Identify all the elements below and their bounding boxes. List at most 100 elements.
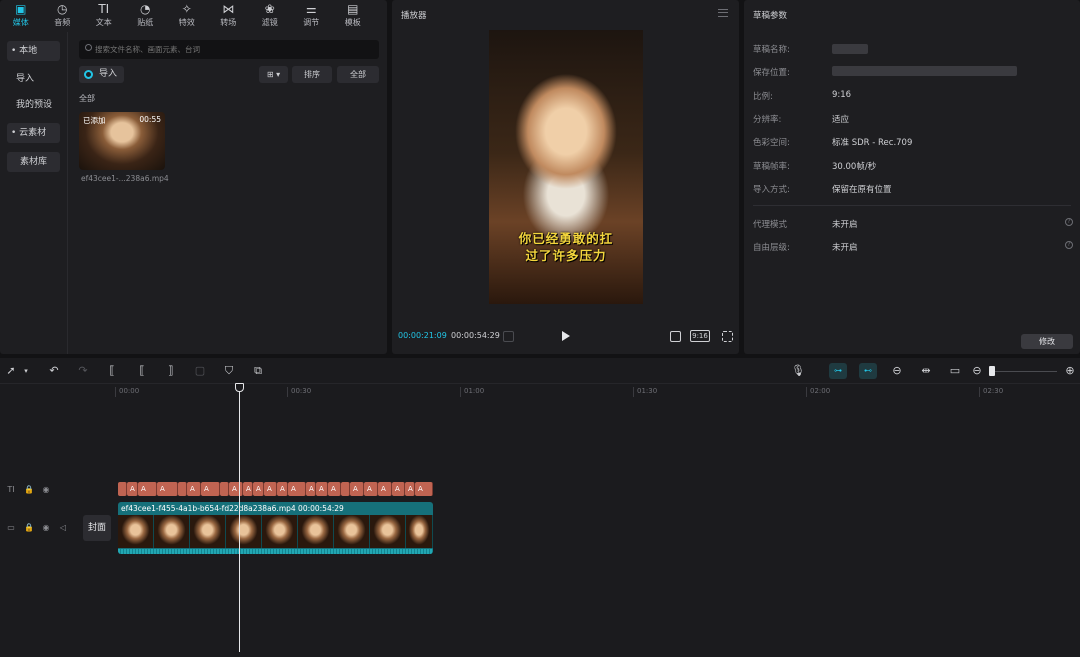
text-clip[interactable]: A [378,482,392,496]
sidebar-item-library[interactable]: 素材库 [7,152,60,172]
playhead-handle[interactable] [235,383,244,392]
crop-icon[interactable]: ⧉ [252,365,264,377]
auto-snap-button[interactable]: ⊷ [859,363,877,379]
text-icon: TI [98,2,110,16]
filter-button[interactable]: 全部 [337,66,379,83]
preview-axis-icon[interactable]: ⇹ [920,365,932,377]
text-clip[interactable]: A [392,482,405,496]
tab-effects[interactable]: ✧ 特效 [166,0,208,30]
total-time: 00:00:54:29 [451,331,500,340]
play-icon[interactable] [562,331,570,341]
text-clip[interactable]: A [187,482,201,496]
menu-icon[interactable] [718,9,728,17]
text-clip[interactable]: A [264,482,277,496]
sidebar-item-my-presets[interactable]: 我的预设 [12,95,65,115]
player-title: 播放器 [401,11,427,21]
text-clip[interactable]: A [316,482,328,496]
text-clip[interactable] [341,482,350,496]
playhead[interactable] [239,386,240,652]
undo-icon[interactable]: ↶ [48,365,60,377]
text-clip[interactable]: A [350,482,364,496]
text-clip[interactable]: A [243,482,253,496]
tab-transition[interactable]: ⋈ 转场 [208,0,250,30]
view-mode-button[interactable]: ⊞ ▾ [259,66,288,83]
redo-icon[interactable]: ↷ [77,365,89,377]
select-cursor-icon[interactable]: ➚ [5,365,17,377]
fit-screen-icon[interactable] [670,331,681,342]
param-label-name: 草稿名称: [753,45,790,55]
fullscreen-icon[interactable] [722,331,733,342]
help-icon[interactable]: ? [1065,218,1073,226]
timecode-grid-icon[interactable] [503,331,514,342]
ratio-button[interactable]: 9:16 [690,330,710,342]
text-clip[interactable]: A [415,482,433,496]
text-clip[interactable]: A [277,482,288,496]
timeline-ruler[interactable]: 00:00 00:30 01:00 01:30 02:00 02:30 [112,384,1080,398]
media-thumbnail[interactable]: 已添加 00:55 [79,112,165,170]
tab-template[interactable]: ▤ 模板 [332,0,374,30]
ruler-tick: 02:30 [979,387,1003,397]
cover-button[interactable]: 封面 [83,515,111,541]
text-clip[interactable]: A [288,482,306,496]
timeline-panel: ➚ ▾ ↶ ↷ ⟦ ⟦ ⟧ ▢ ⛉ ⧉ 🎙 ⊶ ⊷ ⊖ ⇹ ▭ ⊖ ⊕ 00:0… [0,358,1080,657]
clip-frame [406,515,433,548]
text-clip[interactable]: A [201,482,220,496]
caption-icon[interactable]: ▭ [949,365,961,377]
lock-icon[interactable]: 🔒 [24,485,34,495]
tab-label: 滤镜 [261,18,278,27]
zoom-slider[interactable] [993,371,1057,372]
param-value-proxy: 未开启 [832,220,858,230]
text-clip[interactable]: A [229,482,243,496]
link-icon[interactable]: ⊖ [891,365,903,377]
help-icon[interactable]: ? [1065,241,1073,249]
sidebar-item-cloud[interactable]: • 云素材 [7,123,60,143]
text-clip[interactable]: A [127,482,138,496]
text-clip[interactable] [178,482,187,496]
zoom-slider-handle[interactable] [989,366,995,376]
eye-icon[interactable]: ◉ [41,523,51,533]
video-clip[interactable]: ef43cee1-f455-4a1b-b654-fd22d8a238a6.mp4… [118,502,433,554]
text-clip[interactable]: A [253,482,264,496]
draft-title: 草稿参数 [753,11,788,21]
text-clip[interactable]: A [138,482,157,496]
text-clip[interactable]: A [405,482,415,496]
tab-media[interactable]: ▣ 媒体 [0,0,42,30]
sidebar-item-local[interactable]: • 本地 [7,41,60,61]
zoom-in-icon[interactable]: ⊕ [1064,365,1076,377]
modify-button[interactable]: 修改 [1021,334,1073,349]
tab-label: 文本 [95,18,112,27]
split-icon[interactable]: ⟦ [106,365,118,377]
text-clip[interactable]: A [306,482,316,496]
param-label-framerate: 草稿帧率: [753,162,790,172]
lock-icon[interactable]: 🔒 [24,523,34,533]
delete-icon[interactable]: ▢ [194,365,206,377]
main-track-magnet-button[interactable]: ⊶ [829,363,847,379]
microphone-icon[interactable]: 🎙 [791,365,805,377]
chevron-down-icon[interactable]: ▾ [20,365,32,377]
speaker-icon[interactable]: ◁ [58,523,68,533]
trim-left-icon[interactable]: ⟦ [136,365,148,377]
text-clip[interactable] [118,482,127,496]
tab-label: 特效 [178,18,195,27]
divider [753,205,1071,206]
text-clip[interactable]: A [328,482,341,496]
text-clip[interactable] [220,482,229,496]
video-preview[interactable]: 你已经勇敢的扛 过了许多压力 [489,30,643,304]
tab-adjust[interactable]: ⚌ 调节 [291,0,333,30]
trim-right-icon[interactable]: ⟧ [165,365,177,377]
text-clip[interactable]: A [364,482,378,496]
tab-sticker[interactable]: ◔ 贴纸 [125,0,167,30]
search-input[interactable] [79,40,379,59]
tab-label: 媒体 [12,18,29,27]
sort-button[interactable]: 排序 [292,66,332,83]
sidebar-item-import[interactable]: 导入 [12,69,65,89]
param-label-resolution: 分辨率: [753,115,782,125]
marker-icon[interactable]: ⛉ [223,365,235,377]
tab-text[interactable]: TI 文本 [83,0,125,30]
eye-icon[interactable]: ◉ [41,485,51,495]
zoom-out-icon[interactable]: ⊖ [971,365,983,377]
text-clip[interactable]: A [157,482,178,496]
tab-filter[interactable]: ❀ 滤镜 [249,0,291,30]
tab-audio[interactable]: ◷ 音频 [42,0,84,30]
ruler-tick: 01:30 [633,387,657,397]
